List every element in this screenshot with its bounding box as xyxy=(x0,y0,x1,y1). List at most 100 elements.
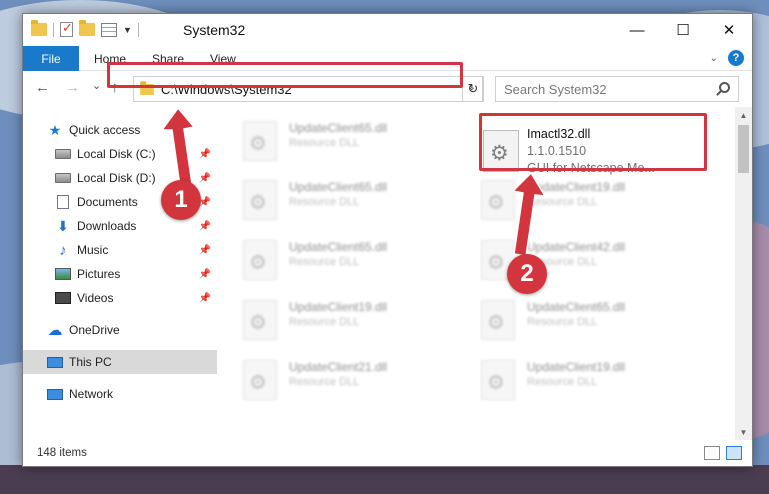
toolbar-separator xyxy=(53,22,54,37)
status-bar: 148 items xyxy=(23,440,752,466)
list-item[interactable]: UpdateClient19.dll Resource DLL xyxy=(243,300,463,346)
dll-file-icon xyxy=(243,121,277,161)
sidebar-item-quick-access[interactable]: ★ Quick access xyxy=(23,118,217,142)
address-path[interactable]: C:\Windows\System32 xyxy=(161,82,292,97)
download-icon: ⬇ xyxy=(57,217,69,234)
dll-file-icon xyxy=(481,180,515,220)
list-item[interactable]: UpdateClient65.dll Resource DLL xyxy=(243,180,463,226)
network-icon xyxy=(47,387,63,401)
callout-badge-2: 2 xyxy=(507,254,547,294)
dll-file-icon xyxy=(483,130,519,172)
file-list: UpdateClient65.dll Resource DLL UpdateCl… xyxy=(217,107,735,440)
help-icon[interactable]: ? xyxy=(728,50,744,66)
cloud-icon: ☁ xyxy=(47,322,63,339)
sidebar-item-pictures[interactable]: Pictures 📌 xyxy=(23,262,217,286)
sidebar-item-label: OneDrive xyxy=(69,323,120,337)
pin-icon[interactable]: 📌 xyxy=(199,173,211,184)
expand-ribbon-icon[interactable]: ⌄ xyxy=(710,53,718,64)
sidebar-item-onedrive[interactable]: ☁ OneDrive xyxy=(23,318,217,342)
featured-file-details: Imactl32.dll 1.1.0.1510 GUI for Netscape… xyxy=(527,126,655,177)
sidebar-item-label: Local Disk (C:) xyxy=(77,147,156,161)
file-name: UpdateClient19.dll xyxy=(289,300,388,314)
new-folder-icon[interactable] xyxy=(79,20,95,36)
dll-file-icon xyxy=(481,360,515,400)
sidebar-item-label: Network xyxy=(69,387,114,401)
list-item[interactable]: UpdateClient21.dll Resource DLL xyxy=(243,360,463,406)
vertical-scrollbar[interactable]: ▲ ▼ xyxy=(735,107,752,440)
dll-file-icon xyxy=(243,360,277,400)
tab-share[interactable]: Share xyxy=(152,46,184,71)
large-icons-view-icon[interactable] xyxy=(726,446,742,460)
sidebar-item-music[interactable]: ♪ Music 📌 xyxy=(23,238,217,262)
sidebar-item-local-disk-c[interactable]: Local Disk (C:) 📌 xyxy=(23,142,217,166)
ribbon-right-controls: ⌄ ? xyxy=(710,50,744,66)
file-type: Resource DLL xyxy=(527,316,598,328)
computer-icon xyxy=(47,355,63,369)
pictures-icon xyxy=(55,267,71,281)
address-bar[interactable]: C:\Windows\System32 ⌄ xyxy=(133,76,483,102)
sidebar-item-label: This PC xyxy=(69,355,112,369)
pin-icon[interactable]: 📌 xyxy=(199,293,211,304)
maximize-button[interactable]: ☐ xyxy=(660,14,706,46)
scroll-thumb[interactable] xyxy=(738,125,749,173)
recent-locations-button[interactable]: ⌄ xyxy=(92,79,101,92)
details-view-icon[interactable] xyxy=(704,446,720,460)
tab-file[interactable]: File xyxy=(23,46,79,71)
up-button[interactable]: ↑ xyxy=(111,79,119,96)
file-description: GUI for Netscape Me... xyxy=(527,161,655,175)
tab-home[interactable]: Home xyxy=(94,46,126,71)
file-type: Resource DLL xyxy=(289,137,360,149)
sidebar-item-label: Quick access xyxy=(69,123,141,137)
search-input[interactable]: Search System32 xyxy=(495,76,739,102)
file-type: Resource DLL xyxy=(289,256,360,268)
videos-icon xyxy=(55,291,71,305)
scroll-down-icon[interactable]: ▼ xyxy=(735,424,752,440)
pin-icon[interactable]: 📌 xyxy=(199,269,211,280)
file-type: Resource DLL xyxy=(527,376,598,388)
minimize-button[interactable]: — xyxy=(614,14,660,46)
scroll-up-icon[interactable]: ▲ xyxy=(735,107,752,123)
sidebar-item-label: Local Disk (D:) xyxy=(77,171,156,185)
window-controls: — ☐ ✕ xyxy=(614,14,752,46)
file-name: UpdateClient19.dll xyxy=(527,180,626,194)
close-button[interactable]: ✕ xyxy=(706,14,752,46)
sidebar-item-network[interactable]: Network xyxy=(23,382,217,406)
customize-toolbar-dropdown-icon[interactable]: ▼ xyxy=(123,25,132,35)
file-name: UpdateClient65.dll xyxy=(289,180,388,194)
list-item[interactable]: UpdateClient65.dll Resource DLL xyxy=(481,300,701,346)
dll-file-icon xyxy=(243,180,277,220)
ribbon-tabs: File Home Share View ⌄ ? xyxy=(23,46,752,71)
list-item[interactable]: UpdateClient65.dll Resource DLL xyxy=(243,240,463,286)
featured-file-imactl32[interactable]: Imactl32.dll 1.1.0.1510 GUI for Netscape… xyxy=(475,123,701,181)
item-count: 148 items xyxy=(37,447,87,459)
file-name: UpdateClient65.dll xyxy=(289,121,388,135)
title-bar: ▼ System32 — ☐ ✕ xyxy=(23,14,752,46)
properties-check-icon[interactable] xyxy=(60,20,73,37)
pin-icon[interactable]: 📌 xyxy=(199,245,211,256)
pin-icon[interactable]: 📌 xyxy=(199,221,211,232)
list-item[interactable]: UpdateClient19.dll Resource DLL xyxy=(481,180,701,226)
sidebar-item-label: Music xyxy=(77,243,109,257)
file-type: Resource DLL xyxy=(289,196,360,208)
forward-button[interactable]: → xyxy=(65,79,80,96)
folder-icon xyxy=(140,80,154,95)
refresh-button[interactable]: ↻ xyxy=(462,76,484,102)
music-icon: ♪ xyxy=(59,241,67,259)
properties-icon[interactable] xyxy=(101,22,117,37)
sidebar-item-videos[interactable]: Videos 📌 xyxy=(23,286,217,310)
file-name: UpdateClient21.dll xyxy=(289,360,388,374)
sidebar-item-this-pc[interactable]: This PC xyxy=(23,350,217,374)
pin-icon[interactable]: 📌 xyxy=(199,149,211,160)
star-icon: ★ xyxy=(48,121,62,138)
drive-icon xyxy=(55,171,71,185)
list-item[interactable]: UpdateClient19.dll Resource DLL xyxy=(481,360,701,406)
quick-access-toolbar: ▼ xyxy=(31,20,139,37)
file-explorer-window: ▼ System32 — ☐ ✕ File Home Share View ⌄ … xyxy=(22,13,753,467)
file-name: Imactl32.dll xyxy=(527,127,591,141)
list-item[interactable]: UpdateClient65.dll Resource DLL xyxy=(243,121,463,167)
back-button[interactable]: ← xyxy=(35,79,50,96)
file-name: UpdateClient42.dll xyxy=(527,240,626,254)
toolbar-separator xyxy=(137,22,139,37)
tab-view[interactable]: View xyxy=(210,46,236,71)
file-type: Resource DLL xyxy=(289,316,360,328)
